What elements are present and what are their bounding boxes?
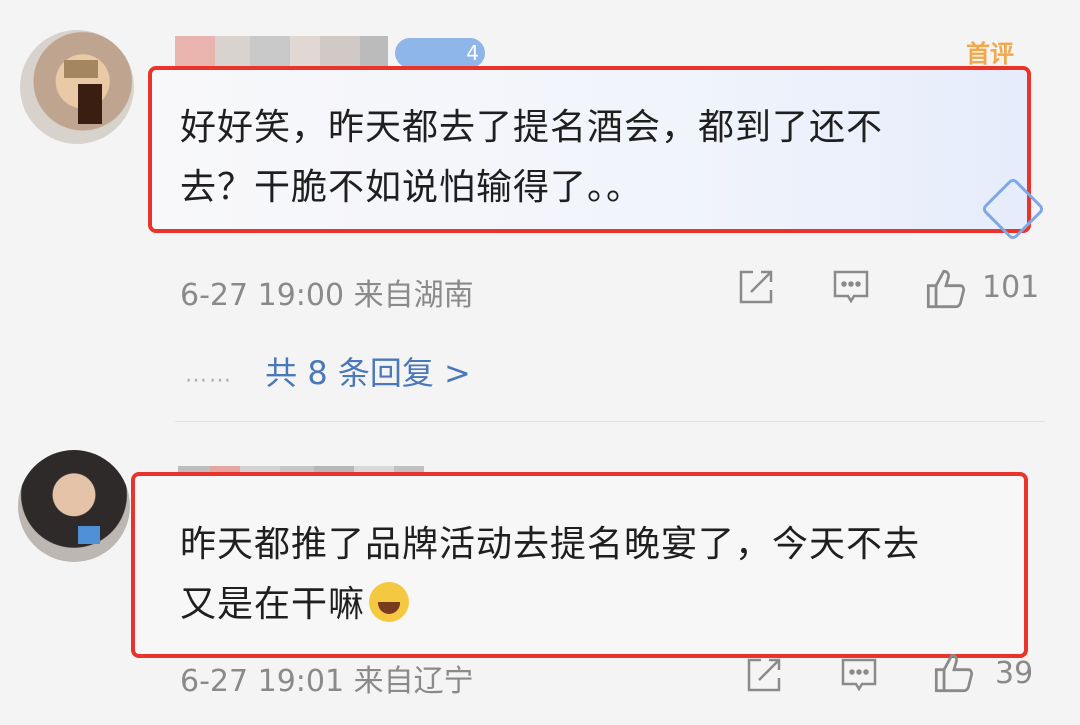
- comment-2: 昨天都推了品牌活动去提名晚宴了，今天不去 又是在干嘛 6-27 19:01 来自…: [0, 0, 1080, 699]
- dots-decoration: ……: [185, 362, 233, 388]
- comment-text: 昨天都推了品牌活动去提名晚宴了，今天不去 又是在干嘛: [180, 515, 1020, 635]
- like-count: 39: [995, 656, 1034, 691]
- view-replies-link[interactable]: 共 8 条回复 >: [265, 354, 471, 392]
- comment-meta: 6-27 19:01 来自辽宁: [180, 664, 474, 699]
- comment-text-line: 又是在干嘛: [180, 575, 1020, 635]
- comment-text-line-content: 又是在干嘛: [180, 584, 366, 625]
- comment-icon[interactable]: [840, 656, 878, 694]
- comment-text-line: 昨天都推了品牌活动去提名晚宴了，今天不去: [180, 524, 921, 565]
- avatar-mosaic: [78, 526, 100, 544]
- share-icon[interactable]: [745, 656, 783, 694]
- divider: [175, 421, 1045, 422]
- replies-row: …… 共 8 条回复 >: [185, 348, 471, 394]
- like-icon[interactable]: [933, 652, 975, 694]
- avatar[interactable]: [18, 450, 130, 562]
- laughing-crying-emoji-icon: [369, 582, 410, 622]
